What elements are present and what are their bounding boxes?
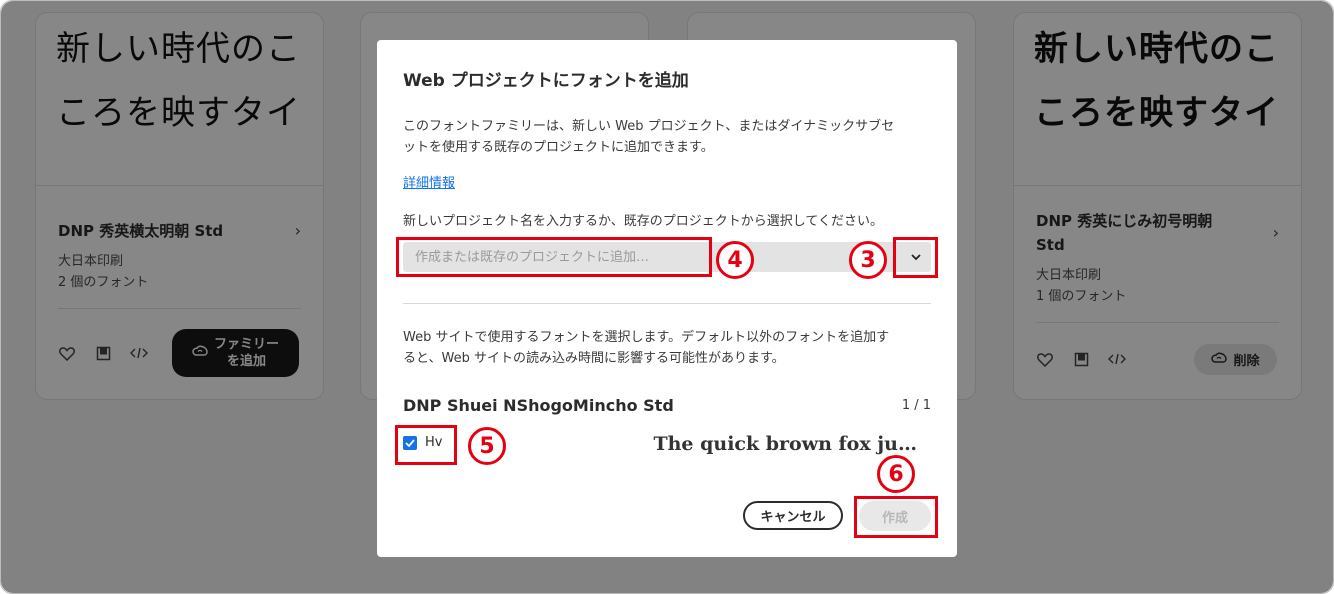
highlight-style-checkbox [395,425,457,465]
family-count: 1 / 1 [901,398,931,413]
annotation-3: 3 [849,241,887,279]
cancel-button[interactable]: キャンセル [743,501,843,530]
dialog-title: Web プロジェクトにフォントを追加 [403,71,689,91]
highlight-project-input [396,237,712,277]
annotation-6: 6 [877,455,915,493]
family-name: DNP Shuei NShogoMincho Std [403,396,674,415]
add-to-web-project-dialog: Web プロジェクトにフォントを追加 このフォントファミリーは、新しい Web … [377,40,957,557]
font-select-description: Web サイトで使用するフォントを選択します。デフォルト以外のフォントを追加す … [403,330,890,366]
project-prompt: 新しいプロジェクト名を入力するか、既存のプロジェクトから選択してください。 [403,214,883,229]
annotation-4: 4 [716,241,754,279]
learn-more-link[interactable]: 詳細情報 [403,172,455,191]
style-preview: The quick brown fox ju… [653,433,917,455]
annotation-5: 5 [468,427,506,465]
dialog-description: このフォントファミリーは、新しい Web プロジェクト、またはダイナミックサブセ… [403,119,895,155]
highlight-create-button [854,496,938,538]
dialog-divider [403,303,931,304]
highlight-dropdown [893,237,938,278]
